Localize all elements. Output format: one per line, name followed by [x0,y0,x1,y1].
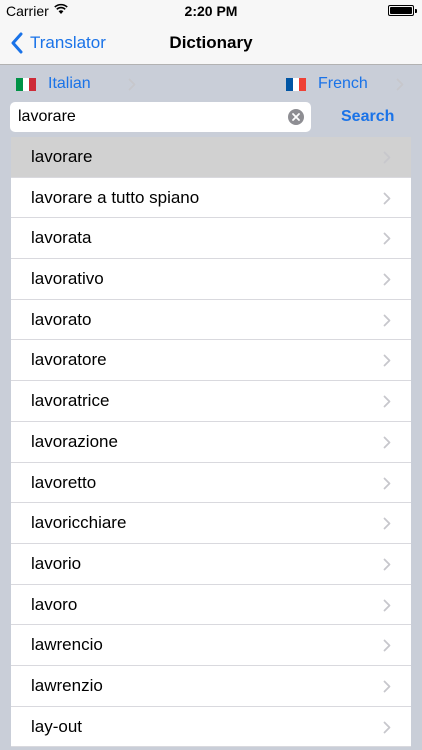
close-icon [292,113,300,121]
list-item[interactable]: lavoro [11,584,411,626]
list-item[interactable]: lavorazione [11,421,411,463]
flag-stripe [22,77,30,91]
list-item-label: lawrencio [31,635,103,655]
chevron-right-icon [383,639,391,652]
list-item[interactable]: lavoratrice [11,381,411,422]
flag-stripe [16,77,23,91]
list-item-label: lavorato [31,309,92,329]
list-item[interactable]: lay-out [11,706,411,748]
list-item-label: lavoricchiare [31,513,127,533]
flag-stripe [29,77,37,91]
chevron-right-icon [128,78,136,91]
list-item-label: lavorio [31,553,82,573]
list-item[interactable]: lavorativo [11,259,411,300]
search-button[interactable]: Search [341,102,394,132]
chevron-right-icon [383,558,391,571]
chevron-right-icon [383,151,391,164]
chevron-right-icon [383,436,391,449]
target-language-label: French [318,75,368,92]
back-button-label: Translator [30,32,106,52]
flag-stripe [299,77,307,91]
list-item-label: lay-out [31,716,83,736]
list-item-label: lavoretto [31,472,97,492]
list-item-label: lavorazione [31,431,118,451]
chevron-right-icon [383,680,391,693]
list-item[interactable]: lavoricchiare [11,503,411,544]
status-bar: Carrier 2:20 PM [0,0,422,20]
search-row: Search [0,102,422,132]
list-item[interactable]: lavorato [11,299,411,341]
chevron-right-icon [383,314,391,327]
list-item-label: lavorare a tutto spiano [31,187,200,207]
chevron-right-icon [383,232,391,245]
chevron-right-icon [396,78,404,91]
chevron-right-icon [383,599,391,611]
language-selector-row: Italian French [0,66,422,102]
chevron-right-icon [383,721,391,734]
list-item[interactable]: lawrencio [11,625,411,666]
list-item-label: lavoratore [31,350,107,370]
battery-icon [388,5,417,16]
list-item-label: lavoro [31,594,78,614]
list-item[interactable]: lavorare [11,137,411,178]
back-button[interactable]: Translator [10,20,106,65]
list-item[interactable]: lavorata [11,218,411,260]
chevron-right-icon [383,395,391,408]
list-item-label: lavorata [31,228,92,248]
chevron-right-icon [383,517,391,530]
list-item-label: lavoratrice [31,391,110,411]
results-list: lavorare lavorare a tutto spiano lavorata l… [11,137,411,748]
source-language-label: Italian [48,75,91,92]
list-item-label: lavorare [31,147,93,166]
clear-icon[interactable] [288,109,304,125]
chevron-right-icon [383,192,391,205]
flag-stripe [286,77,293,91]
navigation-bar: Translator Dictionary [0,20,422,65]
flag-stripe [292,77,300,91]
list-item-label: lavorativo [31,269,104,289]
french-flag-icon [286,77,307,91]
status-time: 2:20 PM [184,3,238,19]
list-item-label: lawrenzio [31,675,103,695]
search-field [10,102,311,132]
source-language-button[interactable]: Italian [16,66,136,102]
list-item[interactable]: lavoratore [11,340,411,382]
list-item[interactable]: lavorio [11,543,411,585]
target-language-button[interactable]: French [286,66,404,102]
list-item[interactable]: lawrenzio [11,665,411,707]
list-item[interactable]: lavorare a tutto spiano [11,177,411,219]
search-input[interactable] [18,102,288,132]
italian-flag-icon [16,77,37,91]
chevron-left-icon [11,32,23,53]
chevron-right-icon [383,477,391,489]
list-item[interactable]: lavoretto [11,462,411,504]
chevron-right-icon [383,273,391,286]
chevron-right-icon [383,355,391,367]
